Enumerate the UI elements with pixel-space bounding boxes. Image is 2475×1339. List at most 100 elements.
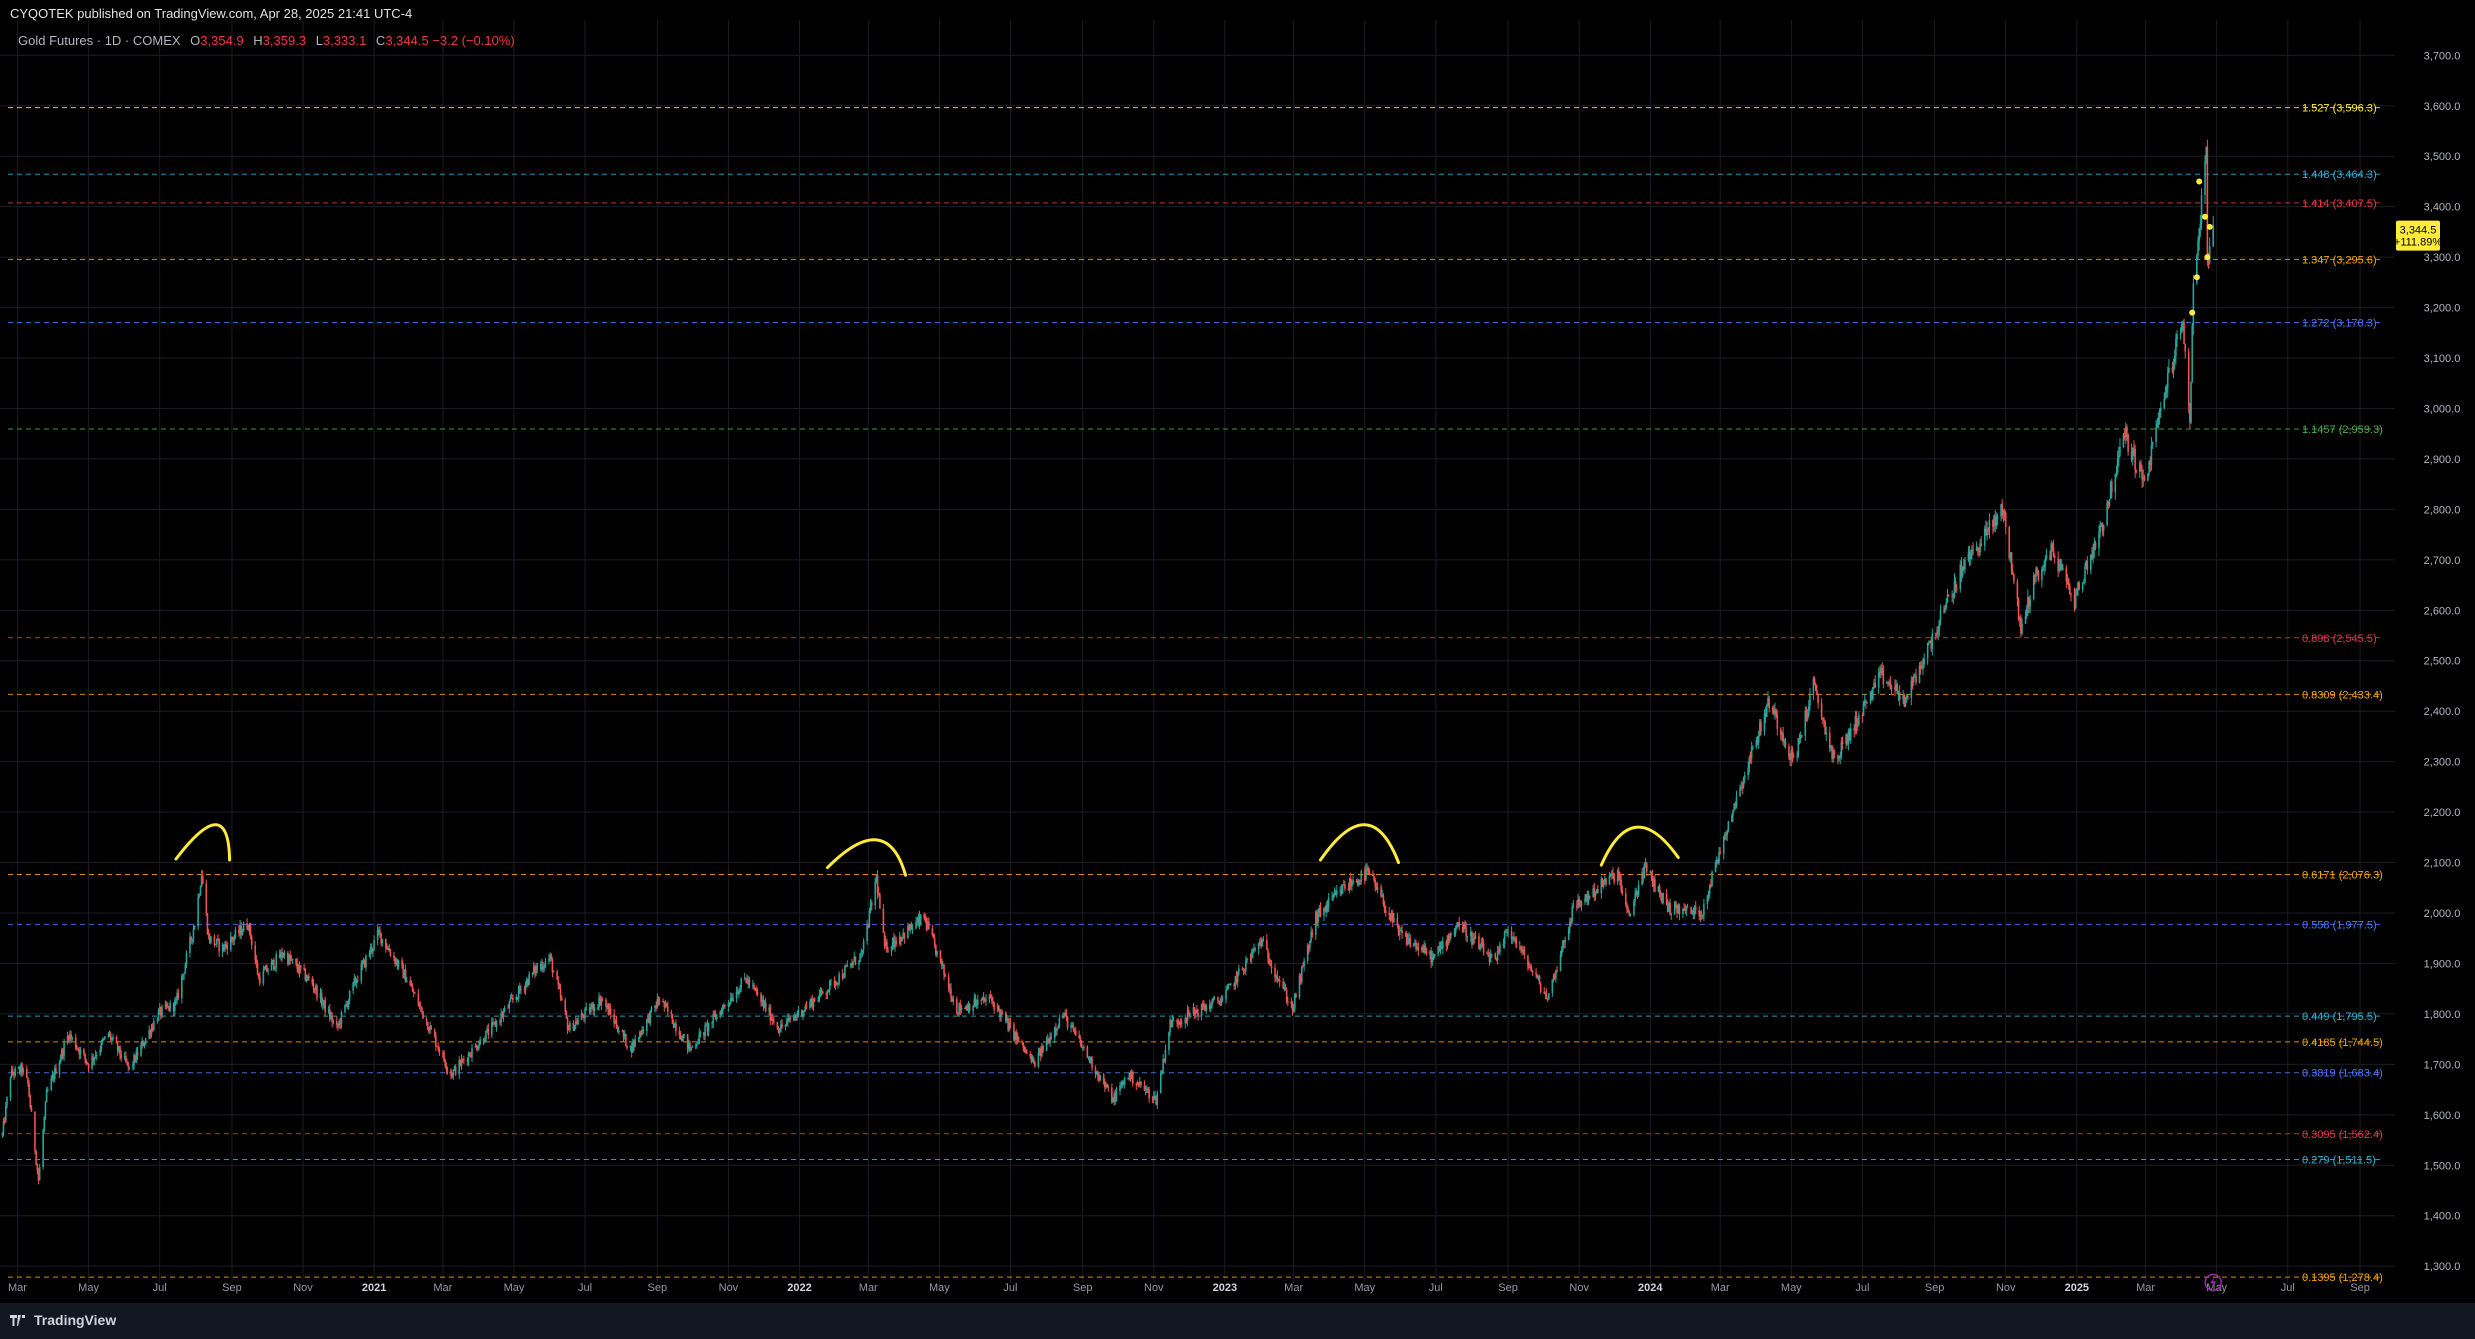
candle-body <box>696 1044 698 1046</box>
candle-body <box>1750 747 1753 759</box>
candle-body <box>182 973 184 977</box>
candle-body <box>26 1068 28 1078</box>
candle-body <box>560 997 563 1001</box>
candle-body <box>1637 884 1640 895</box>
candle-body <box>1510 931 1513 939</box>
candle-body <box>1939 610 1942 621</box>
candle-body <box>1393 917 1395 923</box>
candle-body <box>1425 950 1428 955</box>
candle-body <box>862 940 865 950</box>
candle-body <box>104 1036 106 1040</box>
candle-body <box>1262 939 1265 941</box>
candle-body <box>1295 994 1297 998</box>
candle-body <box>426 1021 429 1030</box>
time-tick-label: Jul <box>2281 1282 2295 1294</box>
candle-body <box>2135 469 2138 473</box>
candle-body <box>1629 914 1632 916</box>
candle-body <box>336 1021 338 1025</box>
candle-body <box>1545 993 1548 1000</box>
high-value: 3,359.3 <box>262 33 307 48</box>
symbol-name[interactable]: Gold Futures · 1D · COMEX <box>18 33 181 48</box>
candle-body <box>1881 668 1884 670</box>
candle-body <box>1874 682 1877 688</box>
candle-body <box>1074 1030 1077 1035</box>
candle-body <box>1618 870 1620 875</box>
candle-body <box>876 875 879 893</box>
candle-body <box>1988 520 1991 531</box>
candle-body <box>698 1033 701 1044</box>
candle-body <box>566 1018 569 1030</box>
candle-body <box>785 1021 788 1025</box>
candle-body <box>1714 862 1717 873</box>
candle-body <box>438 1049 441 1053</box>
candle-body <box>1176 1019 1178 1023</box>
candle-body <box>874 881 877 906</box>
candle-body <box>140 1044 142 1056</box>
candle-body <box>256 963 259 975</box>
candle-body <box>1001 1012 1004 1014</box>
candle-body <box>1800 735 1803 737</box>
candle-body <box>1706 895 1709 905</box>
candle-body <box>1571 907 1573 922</box>
candle-body <box>1065 1013 1068 1017</box>
time-tick-label: Jul <box>1855 1282 1869 1294</box>
candle-body <box>1969 553 1972 560</box>
candle-body <box>233 937 236 941</box>
price-chart[interactable]: 1,300.0 1,400.0 1,500.0 1,600.0 1,700.0 1,800… <box>0 0 2475 1339</box>
candle-body <box>1111 1087 1113 1103</box>
candle-body <box>213 936 216 945</box>
candle-body <box>1034 1062 1036 1067</box>
candle-body <box>1748 757 1751 769</box>
candle-body <box>1327 898 1330 908</box>
candle-body <box>250 937 253 946</box>
candle-body <box>1686 906 1689 908</box>
candle-body <box>1560 949 1563 955</box>
time-tick-label: Mar <box>2136 1282 2155 1294</box>
candle-body <box>1161 1071 1163 1074</box>
candle-body <box>1954 581 1957 589</box>
candle-body <box>1032 1058 1035 1063</box>
candle-body <box>304 968 307 981</box>
price-tick-label: 1,800.0 <box>2424 1009 2461 1021</box>
candle-body <box>2083 581 2085 584</box>
candle-body <box>144 1038 147 1044</box>
candle-body <box>1923 658 1925 665</box>
candle-body <box>508 1001 511 1008</box>
tradingview-logo[interactable]: TradingView <box>10 1312 116 1328</box>
candle-body <box>1226 988 1229 991</box>
candle-body <box>2102 524 2105 531</box>
candle-body <box>312 984 315 989</box>
candle-body <box>9 1077 12 1098</box>
candle-body <box>2168 367 2170 373</box>
candle-body <box>2067 579 2070 587</box>
candle-body <box>471 1047 473 1058</box>
candle-body <box>1450 933 1452 936</box>
candle-body <box>1229 983 1232 985</box>
candle-body <box>1277 979 1280 981</box>
candle-body <box>255 960 258 964</box>
candle-body <box>1643 863 1646 878</box>
price-tick-label: 1,400.0 <box>2424 1211 2461 1223</box>
candle-body <box>1341 884 1344 894</box>
candle-body <box>1503 931 1506 945</box>
candle-body <box>1817 695 1819 704</box>
candle-body <box>2133 447 2135 449</box>
candle-body <box>1106 1084 1108 1088</box>
candle-body <box>55 1068 57 1074</box>
candle-body <box>1613 875 1615 883</box>
change-value: −3.2 (−0.10%) <box>432 33 515 48</box>
candle-body <box>1290 1001 1293 1004</box>
candle-body <box>1319 907 1322 916</box>
time-tick-label: Nov <box>1996 1282 2016 1294</box>
candle-body <box>778 1031 781 1033</box>
candle-body <box>2099 525 2101 533</box>
candle-body <box>1955 588 1958 590</box>
candle-body <box>372 948 374 952</box>
candle-body <box>642 1029 645 1032</box>
candle-body <box>1156 1092 1159 1105</box>
candle-body <box>852 961 854 966</box>
candle-body <box>295 959 297 964</box>
candle-body <box>1771 708 1774 711</box>
candle-body <box>1507 931 1509 933</box>
candle-body <box>1824 720 1826 735</box>
